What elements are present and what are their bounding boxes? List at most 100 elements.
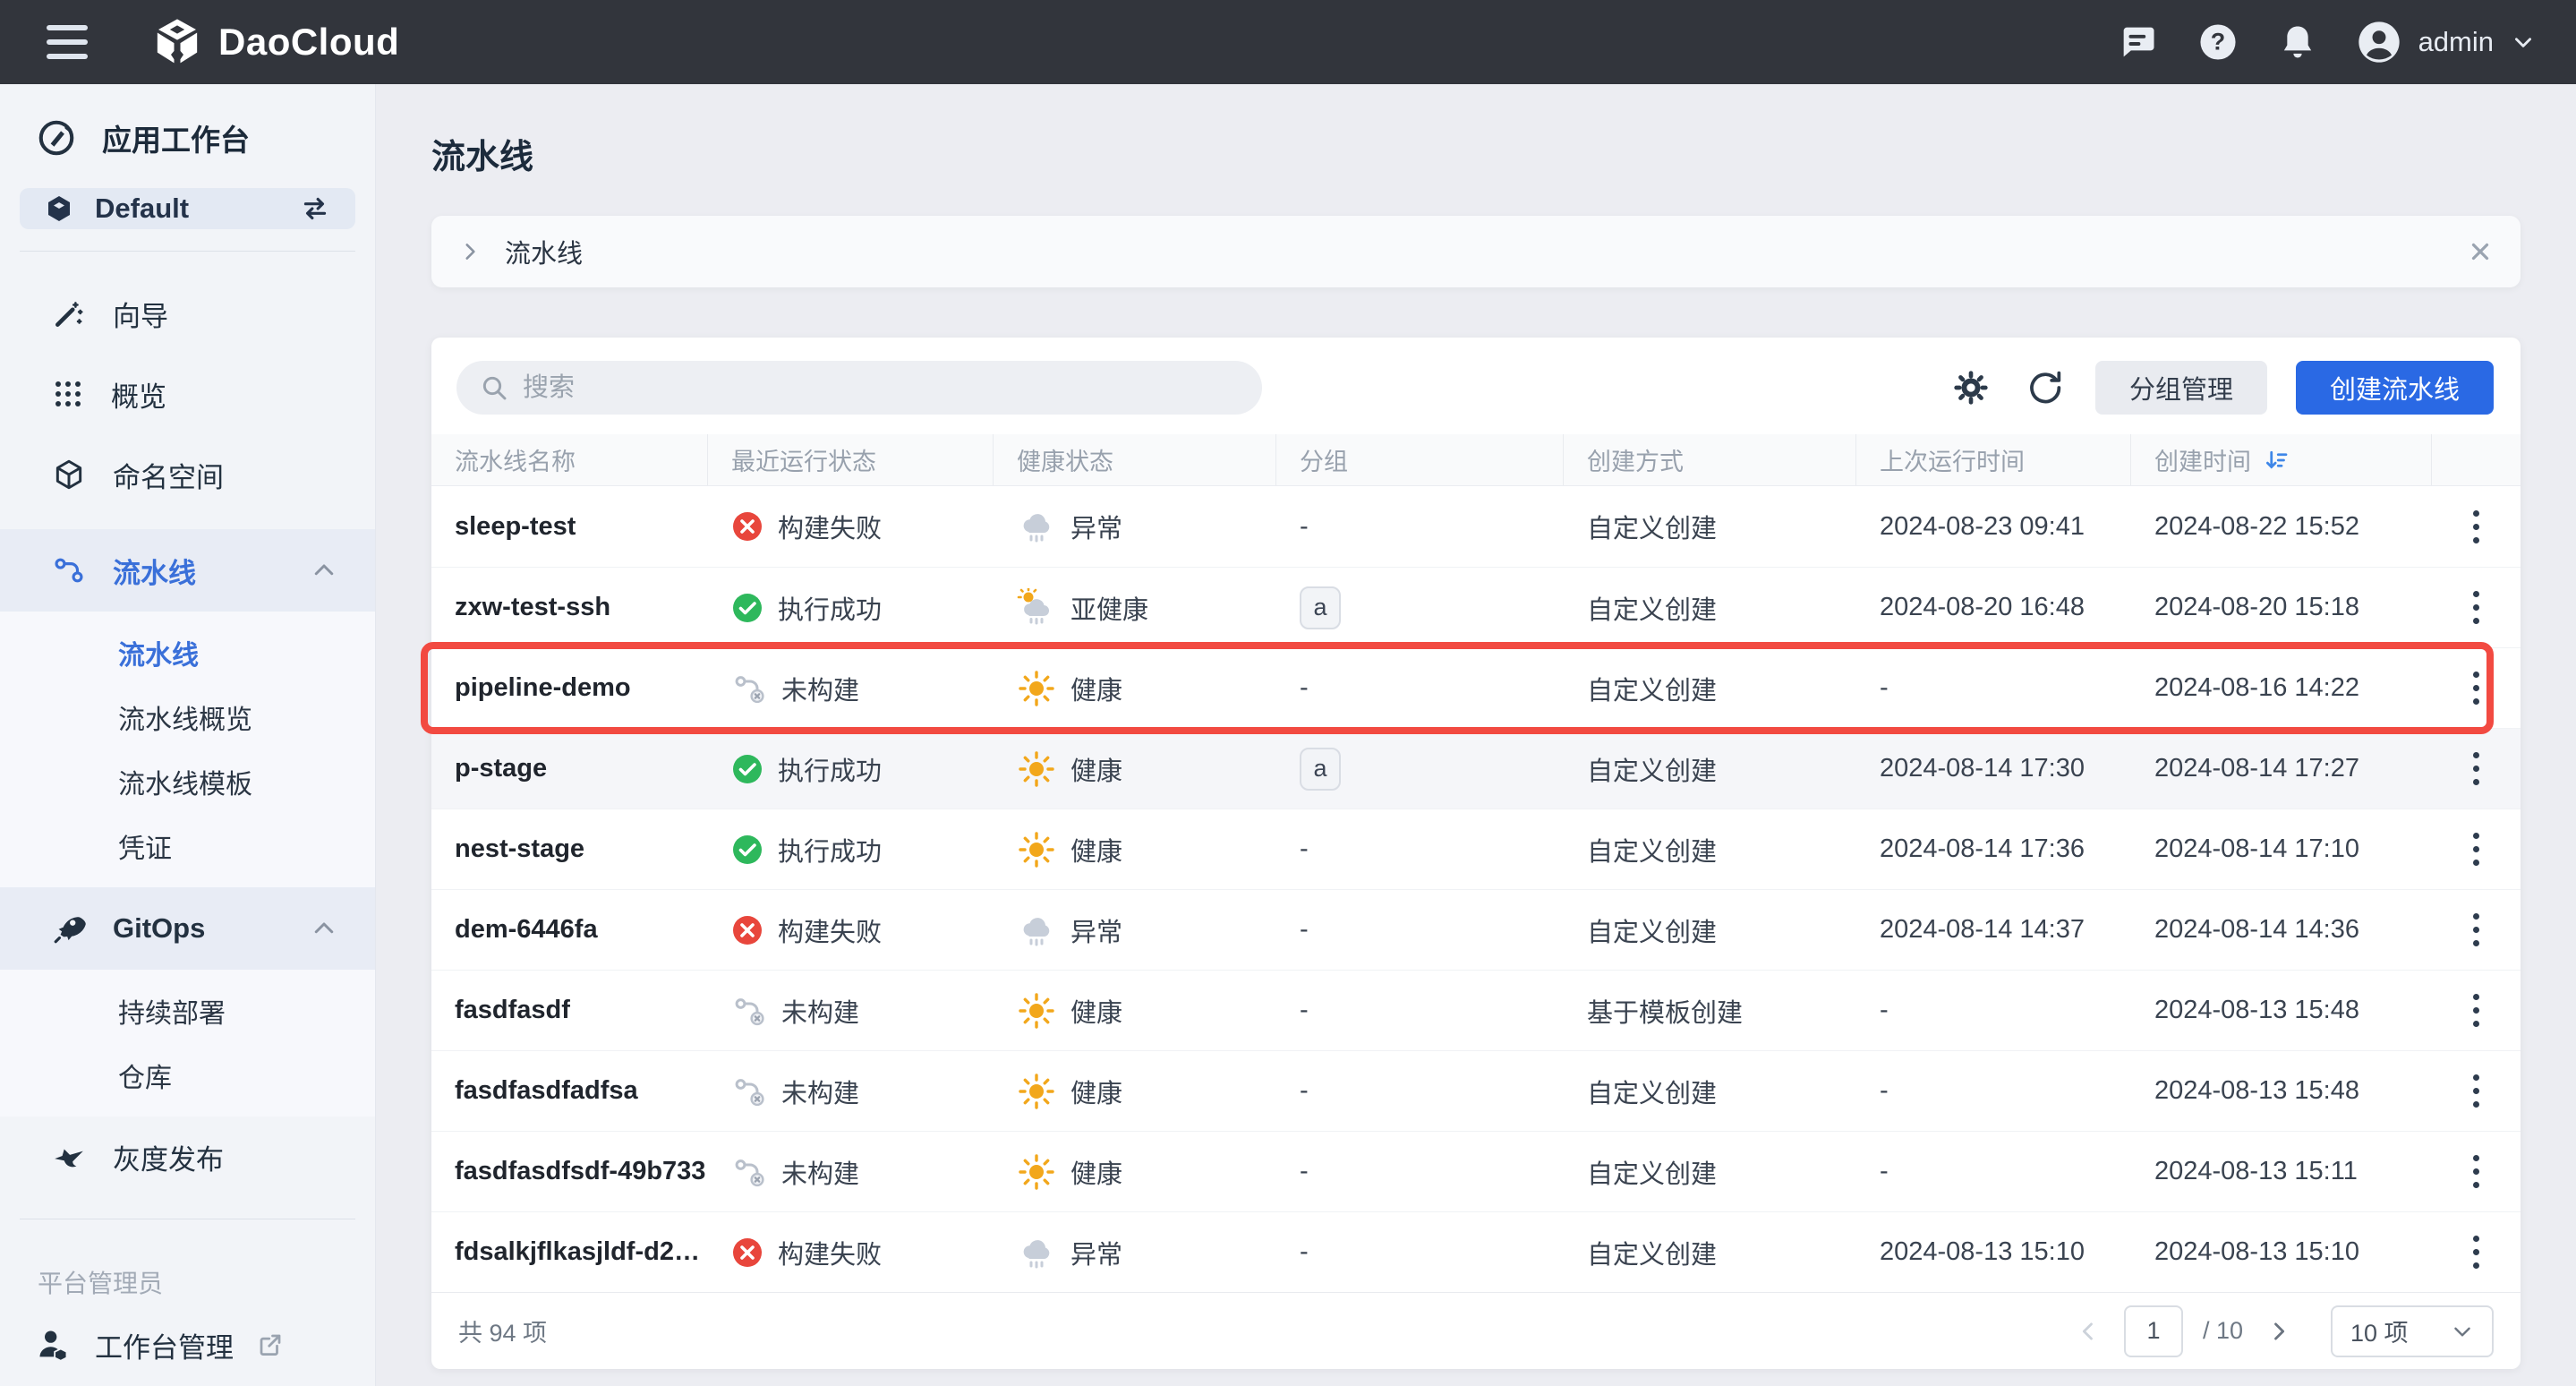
pipeline-name[interactable]: zxw-test-ssh xyxy=(455,593,610,622)
sidebar-item-overview[interactable]: 概览 xyxy=(0,354,375,434)
group-value: - xyxy=(1300,915,1309,945)
run-status-icon xyxy=(731,753,763,785)
table-row[interactable]: zxw-test-ssh 执行成功 亚健康 a 自定义创建 2024-08-20… xyxy=(431,567,2521,647)
row-actions-button[interactable] xyxy=(2462,1225,2490,1279)
create-pipeline-button[interactable]: 创建流水线 xyxy=(2296,361,2494,415)
menu-toggle-button[interactable] xyxy=(41,20,93,64)
sidebar-group-pipeline[interactable]: 流水线 xyxy=(0,529,375,612)
create-method: 自定义创建 xyxy=(1564,890,1856,970)
pipeline-name[interactable]: fasdfasdfsdf-49b733 xyxy=(455,1157,705,1186)
pipeline-name[interactable]: p-stage xyxy=(455,754,547,783)
gear-icon xyxy=(1952,369,1990,406)
sidebar: 应用工作台 Default 向导 概览 xyxy=(0,84,376,1386)
table-settings-button[interactable] xyxy=(1949,365,1993,410)
table-row[interactable]: sleep-test 构建失败 异常 - 自定义创建 2024-08-23 09… xyxy=(431,486,2521,567)
sidebar-item-pipeline-overview[interactable]: 流水线概览 xyxy=(0,685,375,749)
pipeline-name[interactable]: fdsalkjflkasjldf-d241… xyxy=(455,1237,708,1267)
created-time: 2024-08-13 15:48 xyxy=(2131,1051,2432,1131)
row-actions-button[interactable] xyxy=(2462,983,2490,1038)
table-row[interactable]: fasdfasdfadfsa 未构建 健康 - 自定义创建 - 2024-08-… xyxy=(431,1050,2521,1131)
row-actions-button[interactable] xyxy=(2462,580,2490,635)
sidebar-item-continuous-deploy[interactable]: 持续部署 xyxy=(0,979,375,1043)
sidebar-item-pipeline-templates[interactable]: 流水线模板 xyxy=(0,749,375,814)
filter-close-button[interactable] xyxy=(2467,238,2494,265)
page-input[interactable]: 1 xyxy=(2124,1305,2183,1357)
created-time: 2024-08-20 15:18 xyxy=(2131,568,2432,647)
pipeline-name[interactable]: nest-stage xyxy=(455,834,584,864)
main-content: 流水线 流水线 xyxy=(376,84,2576,1386)
sidebar-group-gitops[interactable]: GitOps xyxy=(0,887,375,970)
total-count: 共 94 项 xyxy=(458,1313,547,1348)
table-row[interactable]: nest-stage 执行成功 健康 - 自定义创建 2024-08-14 17… xyxy=(431,808,2521,889)
pagination: 1 / 10 10 项 xyxy=(2072,1305,2494,1357)
pipeline-name[interactable]: sleep-test xyxy=(455,512,576,542)
row-actions-button[interactable] xyxy=(2462,822,2490,877)
pipeline-name[interactable]: fasdfasdfadfsa xyxy=(455,1076,638,1106)
table-row[interactable]: pipeline-demo 未构建 健康 - 自定义创建 - 2024-08-1… xyxy=(431,647,2521,728)
created-time: 2024-08-22 15:52 xyxy=(2131,486,2432,567)
row-actions-button[interactable] xyxy=(2462,1144,2490,1199)
sidebar-item-namespace[interactable]: 命名空间 xyxy=(0,434,375,515)
feedback-button[interactable] xyxy=(2120,23,2157,61)
pipeline-name[interactable]: dem-6446fa xyxy=(455,915,598,945)
create-method: 自定义创建 xyxy=(1564,809,1856,889)
row-actions-button[interactable] xyxy=(2462,1064,2490,1118)
last-run-time: - xyxy=(1856,1132,2131,1211)
notifications-button[interactable] xyxy=(2279,23,2316,61)
last-run-time: - xyxy=(1856,971,2131,1050)
col-header-created[interactable]: 创建时间 xyxy=(2131,434,2432,485)
next-page-button[interactable] xyxy=(2263,1315,2295,1348)
table-row[interactable]: fasdfasdfsdf-49b733 未构建 健康 - 自定义创建 - 202… xyxy=(431,1131,2521,1211)
sort-desc-icon[interactable] xyxy=(2264,447,2290,474)
switch-workspace-icon[interactable] xyxy=(298,192,332,226)
sidebar-item-repositories[interactable]: 仓库 xyxy=(0,1043,375,1108)
help-button[interactable]: ? xyxy=(2198,22,2238,62)
last-run-time: 2024-08-14 17:36 xyxy=(1856,809,2131,889)
search-input[interactable] xyxy=(523,373,1239,403)
table-row[interactable]: p-stage 执行成功 健康 a 自定义创建 2024-08-14 17:30… xyxy=(431,728,2521,808)
run-status-label: 执行成功 xyxy=(778,750,882,788)
row-actions-button[interactable] xyxy=(2462,903,2490,957)
health-status-icon xyxy=(1017,749,1056,789)
table-row[interactable]: fasdfasdf 未构建 健康 - 基于模板创建 - 2024-08-13 1… xyxy=(431,970,2521,1050)
pipeline-icon xyxy=(52,553,86,587)
table-row[interactable]: fdsalkjflkasjldf-d241… 构建失败 异常 - 自定义创建 2… xyxy=(431,1211,2521,1292)
filter-bar[interactable]: 流水线 xyxy=(431,216,2521,287)
refresh-button[interactable] xyxy=(2022,365,2067,410)
health-status-label: 健康 xyxy=(1070,750,1122,788)
run-status-label: 未构建 xyxy=(781,1073,859,1110)
user-menu[interactable]: admin xyxy=(2358,21,2535,64)
pipeline-name[interactable]: fasdfasdf xyxy=(455,996,570,1025)
sidebar-item-label: 工作台管理 xyxy=(95,1325,234,1365)
group-value: a xyxy=(1300,748,1341,791)
health-status-icon xyxy=(1017,911,1056,950)
sidebar-group-label: GitOps xyxy=(113,912,205,945)
sidebar-item-workbench-admin[interactable]: 工作台管理 xyxy=(0,1304,375,1386)
row-actions-button[interactable] xyxy=(2462,500,2490,554)
prev-page-button[interactable] xyxy=(2072,1315,2104,1348)
health-status-label: 健康 xyxy=(1070,1153,1122,1191)
row-actions-button[interactable] xyxy=(2462,741,2490,796)
wand-icon xyxy=(52,296,86,330)
table-footer: 共 94 项 1 / 10 10 项 xyxy=(431,1292,2521,1369)
sidebar-item-pipelines[interactable]: 流水线 xyxy=(0,620,375,685)
workspace-switcher[interactable]: Default xyxy=(20,188,355,229)
create-method: 自定义创建 xyxy=(1564,568,1856,647)
chevron-down-icon xyxy=(2451,1320,2474,1343)
search-box[interactable] xyxy=(456,361,1262,415)
page-size-select[interactable]: 10 项 xyxy=(2331,1305,2494,1357)
last-run-time: 2024-08-13 15:10 xyxy=(1856,1212,2131,1292)
pipeline-name[interactable]: pipeline-demo xyxy=(455,673,631,703)
group-value: - xyxy=(1300,996,1309,1025)
table-row[interactable]: dem-6446fa 构建失败 异常 - 自定义创建 2024-08-14 14… xyxy=(431,889,2521,970)
health-status-label: 健康 xyxy=(1070,670,1122,707)
health-status-label: 健康 xyxy=(1070,1073,1122,1110)
sidebar-item-wizard[interactable]: 向导 xyxy=(0,273,375,354)
table-toolbar: 分组管理 创建流水线 xyxy=(431,338,2521,434)
group-manage-button[interactable]: 分组管理 xyxy=(2095,361,2267,415)
sidebar-item-credentials[interactable]: 凭证 xyxy=(0,814,375,878)
run-status-label: 构建失败 xyxy=(778,1234,882,1271)
workbench-icon xyxy=(36,117,77,158)
sidebar-item-gray-release[interactable]: 灰度发布 xyxy=(0,1116,375,1197)
row-actions-button[interactable] xyxy=(2462,661,2490,715)
